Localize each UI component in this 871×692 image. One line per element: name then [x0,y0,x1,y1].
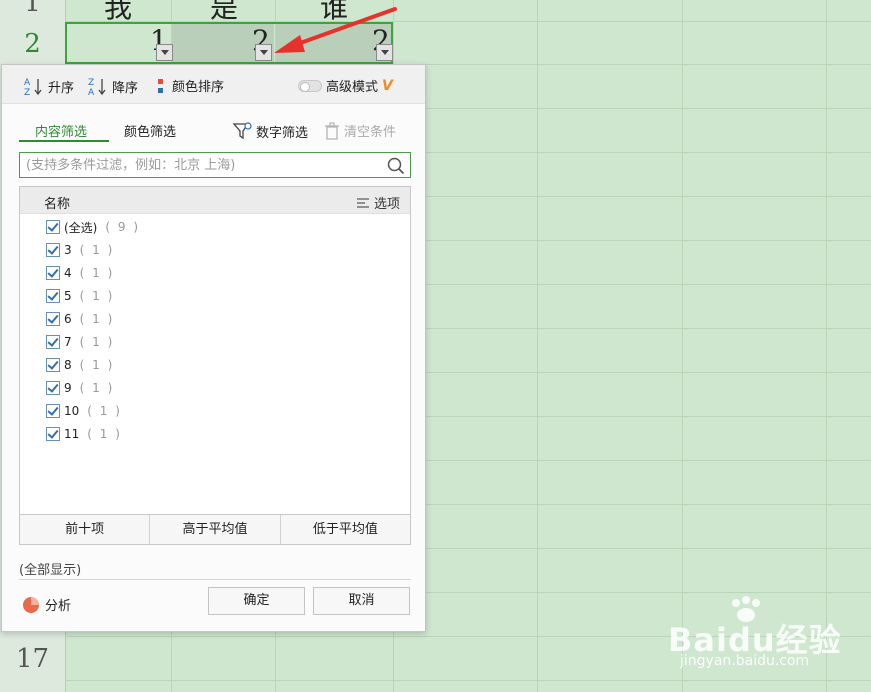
list-item-label: 3 [64,243,72,257]
row-number-17[interactable]: 17 [0,644,65,674]
checkbox-checked-icon[interactable] [46,312,60,326]
pie-chart-icon [23,596,39,613]
list-item[interactable]: 9 ( 1 ) [46,378,114,398]
sort-asc-icon: A Z [24,78,42,96]
quick-filter-buttons: 前十项 高于平均值 低于平均值 [19,514,411,545]
list-item-count: ( 1 ) [79,243,115,257]
active-tab-indicator [19,140,109,142]
clear-conditions-button[interactable]: 清空条件 [324,121,396,140]
list-item-label: 11 [64,427,80,441]
list-item-count: ( 1 ) [79,358,115,372]
footer-divider [19,579,411,580]
list-item-label: 8 [64,358,72,372]
sort-toolbar: A Z 升序 Z A 降序 颜色排序 高级模式 V [2,65,425,104]
show-all-status: (全部显示) [19,563,82,578]
checkbox-checked-icon[interactable] [46,381,60,395]
search-icon[interactable] [387,157,405,175]
list-item-count: ( 1 ) [79,312,115,326]
list-item[interactable]: 4 ( 1 ) [46,263,114,283]
watermark-url: jingyan.baidu.com [680,653,810,669]
below-average-button[interactable]: 低于平均值 [281,515,410,544]
list-header-name: 名称 [44,197,71,212]
list-item[interactable]: 3 ( 1 ) [46,240,114,260]
filter-funnel-icon [232,122,252,140]
list-item-label: 5 [64,289,72,303]
svg-text:Z: Z [88,78,94,88]
list-item-count: ( 1 ) [87,427,122,441]
list-item[interactable]: 8 ( 1 ) [46,355,114,375]
svg-text:A: A [24,78,31,88]
clear-conditions-label: 清空条件 [344,125,397,140]
list-item-select-all[interactable]: (全选) ( 9 ) [46,217,140,237]
analysis-label: 分析 [45,599,72,614]
options-lines-icon [356,197,369,208]
filter-value-list: 名称 选项 (全选) ( 9 ) 3 ( 1 ) 4 ( 1 ) 5 ( 1 ) 6 ( … [19,186,411,545]
list-item-count: ( 1 ) [79,266,115,280]
number-filter-button[interactable]: 数字筛选 [232,121,308,141]
above-average-button[interactable]: 高于平均值 [150,515,281,544]
vip-badge-icon: V [382,77,393,94]
list-item[interactable]: 11 ( 1 ) [46,424,122,444]
checkbox-checked-icon[interactable] [46,358,60,372]
tab-color-filter[interactable]: 颜色筛选 [124,121,176,140]
advanced-mode-toggle[interactable]: 高级模式 V [298,76,393,95]
checkbox-checked-icon[interactable] [46,335,60,349]
list-item-count: ( 1 ) [79,335,115,349]
filter-search-input[interactable] [26,156,381,174]
list-item[interactable]: 7 ( 1 ) [46,332,114,352]
svg-text:Z: Z [24,88,30,96]
checkbox-checked-icon[interactable] [46,427,60,441]
sort-descending-button[interactable]: Z A 降序 [88,76,138,96]
list-item-count: ( 1 ) [79,289,115,303]
number-filter-label: 数字筛选 [256,125,309,141]
color-sort-icon [158,78,163,93]
list-item-label: 4 [64,266,72,280]
sort-asc-label: 升序 [48,80,75,96]
color-sort-label: 颜色排序 [172,80,225,95]
sort-desc-label: 降序 [112,80,139,96]
analysis-button[interactable]: 分析 [22,595,71,614]
list-item-count: ( 1 ) [79,381,115,395]
color-sort-button[interactable]: 颜色排序 [156,76,224,95]
checkbox-checked-icon[interactable] [46,243,60,257]
list-item[interactable]: 5 ( 1 ) [46,286,114,306]
tab-content-filter[interactable]: 内容筛选 [35,121,87,140]
filter-search-box[interactable] [19,152,411,178]
advanced-mode-label: 高级模式 [326,80,379,95]
list-item-label: 7 [64,335,72,349]
list-item-label: 9 [64,381,72,395]
sort-desc-icon: Z A [88,78,106,96]
list-item-count: ( 1 ) [87,404,122,418]
checkbox-checked-icon[interactable] [46,404,60,418]
top-ten-button[interactable]: 前十项 [20,515,151,544]
sort-ascending-button[interactable]: A Z 升序 [24,76,74,96]
ok-button[interactable]: 确定 [208,587,305,615]
checkbox-checked-icon[interactable] [46,289,60,303]
list-header: 名称 选项 [20,187,410,214]
list-options-button[interactable]: 选项 [356,193,400,212]
list-item-label: 6 [64,312,72,326]
toggle-switch-icon[interactable] [298,79,322,92]
checkbox-checked-icon[interactable] [46,220,60,234]
svg-text:A: A [88,88,95,96]
filter-panel: A Z 升序 Z A 降序 颜色排序 高级模式 V 内容筛选 颜色筛选 数字筛选… [1,64,426,632]
trash-icon [325,121,339,140]
baidu-watermark: Baidu经验 jingyan.baidu.com [668,595,863,675]
list-item-label: 10 [64,404,80,418]
checkbox-checked-icon[interactable] [46,266,60,280]
list-item[interactable]: 6 ( 1 ) [46,309,114,329]
list-item[interactable]: 10 ( 1 ) [46,401,122,421]
list-item-count: ( 9 ) [105,220,141,234]
cancel-button[interactable]: 取消 [313,587,410,615]
list-options-label: 选项 [373,197,400,212]
list-item-label: (全选) [64,220,98,235]
